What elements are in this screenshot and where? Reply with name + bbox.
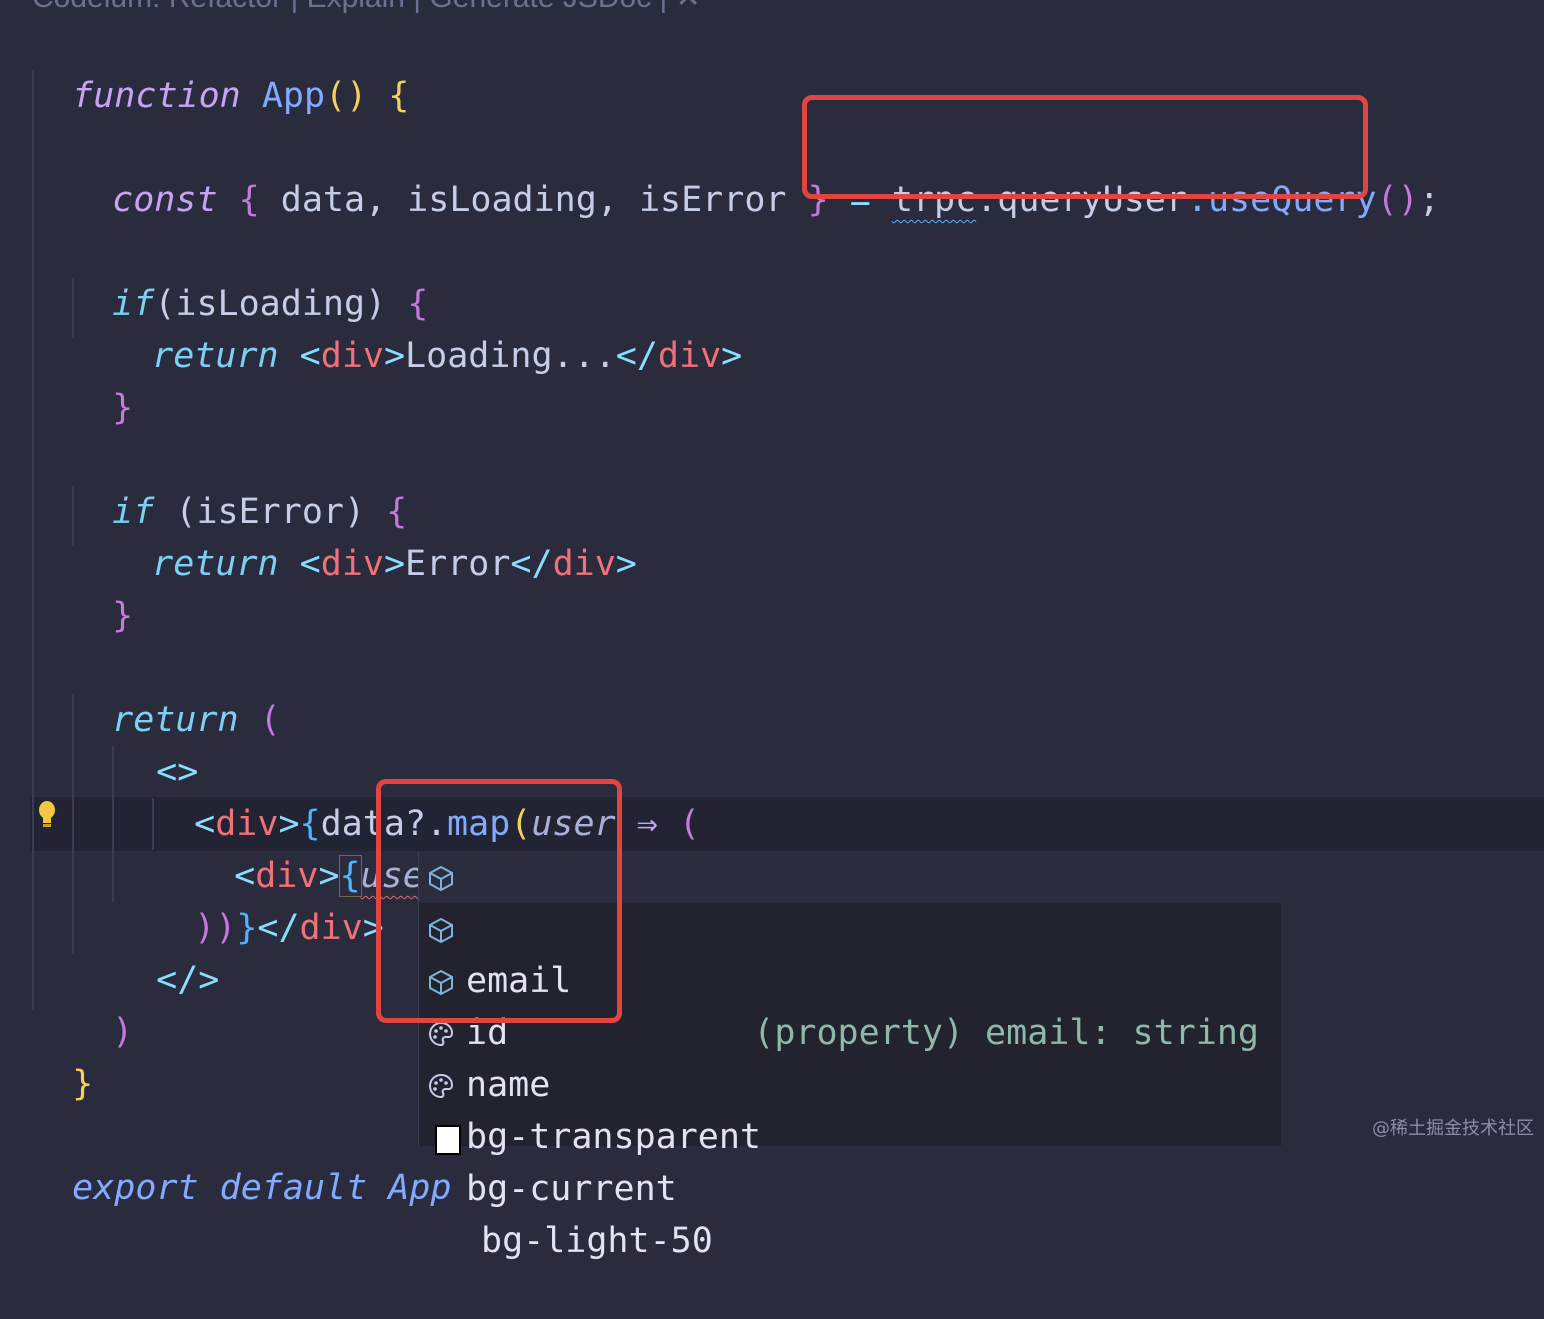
tag-bracket: </ <box>510 544 553 584</box>
tag-bracket: > <box>383 544 406 584</box>
tag-name: div <box>320 544 384 584</box>
brace: } <box>112 388 134 428</box>
code-line-function[interactable]: function App() { <box>30 18 409 116</box>
paren: ( <box>259 700 281 740</box>
color-swatch-icon <box>435 1125 461 1155</box>
code-line-close-brace[interactable]: } <box>30 1006 93 1104</box>
keyword: return <box>152 336 279 376</box>
keyword: function <box>72 76 241 116</box>
paren: ( <box>678 804 700 844</box>
function-name: App <box>261 76 326 116</box>
code-line-export[interactable]: export default App <box>30 1110 451 1208</box>
suggestion-item[interactable]: bg-current <box>419 1059 1281 1209</box>
code-line-fragment-open[interactable]: <> <box>114 694 198 792</box>
suggestion-label: bg-light-50 <box>481 1221 713 1261</box>
code-line-return[interactable]: return ( <box>70 642 281 740</box>
jsx-text: Error <box>405 544 511 584</box>
brace: { <box>388 76 410 116</box>
palette-icon <box>429 1073 454 1099</box>
parens: () <box>325 76 368 116</box>
tag-name: div <box>657 336 722 376</box>
lightbulb-icon[interactable] <box>37 800 57 830</box>
keyword: const <box>112 180 218 220</box>
fragment: </> <box>156 960 220 1000</box>
tag-name: div <box>320 336 384 376</box>
highlight-box-suggestions <box>376 779 622 1023</box>
brace: } <box>72 1064 94 1104</box>
brace: } <box>236 908 258 948</box>
tag-bracket: < <box>299 336 321 376</box>
tag-bracket: > <box>615 544 637 584</box>
code-line-close-paren[interactable]: ) <box>70 954 133 1052</box>
brace: } <box>112 596 134 636</box>
indent-guide <box>32 70 34 1010</box>
keyword: return <box>152 544 279 584</box>
arrow: ⇒ <box>636 804 658 844</box>
codelens-actions[interactable]: Codeium: Refactor | Explain | Generate J… <box>32 0 701 15</box>
jsx-text: Loading... <box>405 336 616 376</box>
tag-name: div <box>552 544 616 584</box>
code-line-close-brace[interactable]: } <box>70 330 133 428</box>
code-line-return-loading[interactable]: return <div>Loading...</div> <box>110 278 742 376</box>
highlight-box-usequery <box>802 95 1368 199</box>
code-line-fragment-close[interactable]: </> <box>114 902 219 1000</box>
code-line-return-error[interactable]: return <div>Error</div> <box>110 486 637 584</box>
brace: { <box>238 180 260 220</box>
semicolon: ; <box>1418 180 1440 220</box>
tag-bracket: </ <box>615 336 658 376</box>
tag-bracket: > <box>721 336 743 376</box>
destructured-vars: data, isLoading, isError <box>280 180 787 220</box>
parens: () <box>1376 180 1419 220</box>
suggestion-item[interactable]: bg-light-50 <box>419 1111 1281 1261</box>
tag-bracket: > <box>383 336 406 376</box>
palette-icon <box>429 1021 454 1047</box>
tag-bracket: </ <box>257 908 300 948</box>
code-line-if-loading[interactable]: if(isLoading) { <box>70 226 428 324</box>
code-line-close-brace[interactable]: } <box>70 538 133 636</box>
export-statement: export default App <box>72 1168 452 1208</box>
code-line-map-close[interactable]: ))}</div> <box>152 850 384 948</box>
tag-name: div <box>299 908 363 948</box>
paren: ) <box>112 1012 134 1052</box>
watermark: @稀土掘金技术社区 <box>1372 1118 1534 1139</box>
tag-bracket: < <box>299 544 321 584</box>
code-line-if-error[interactable]: if (isError) { <box>70 434 407 532</box>
